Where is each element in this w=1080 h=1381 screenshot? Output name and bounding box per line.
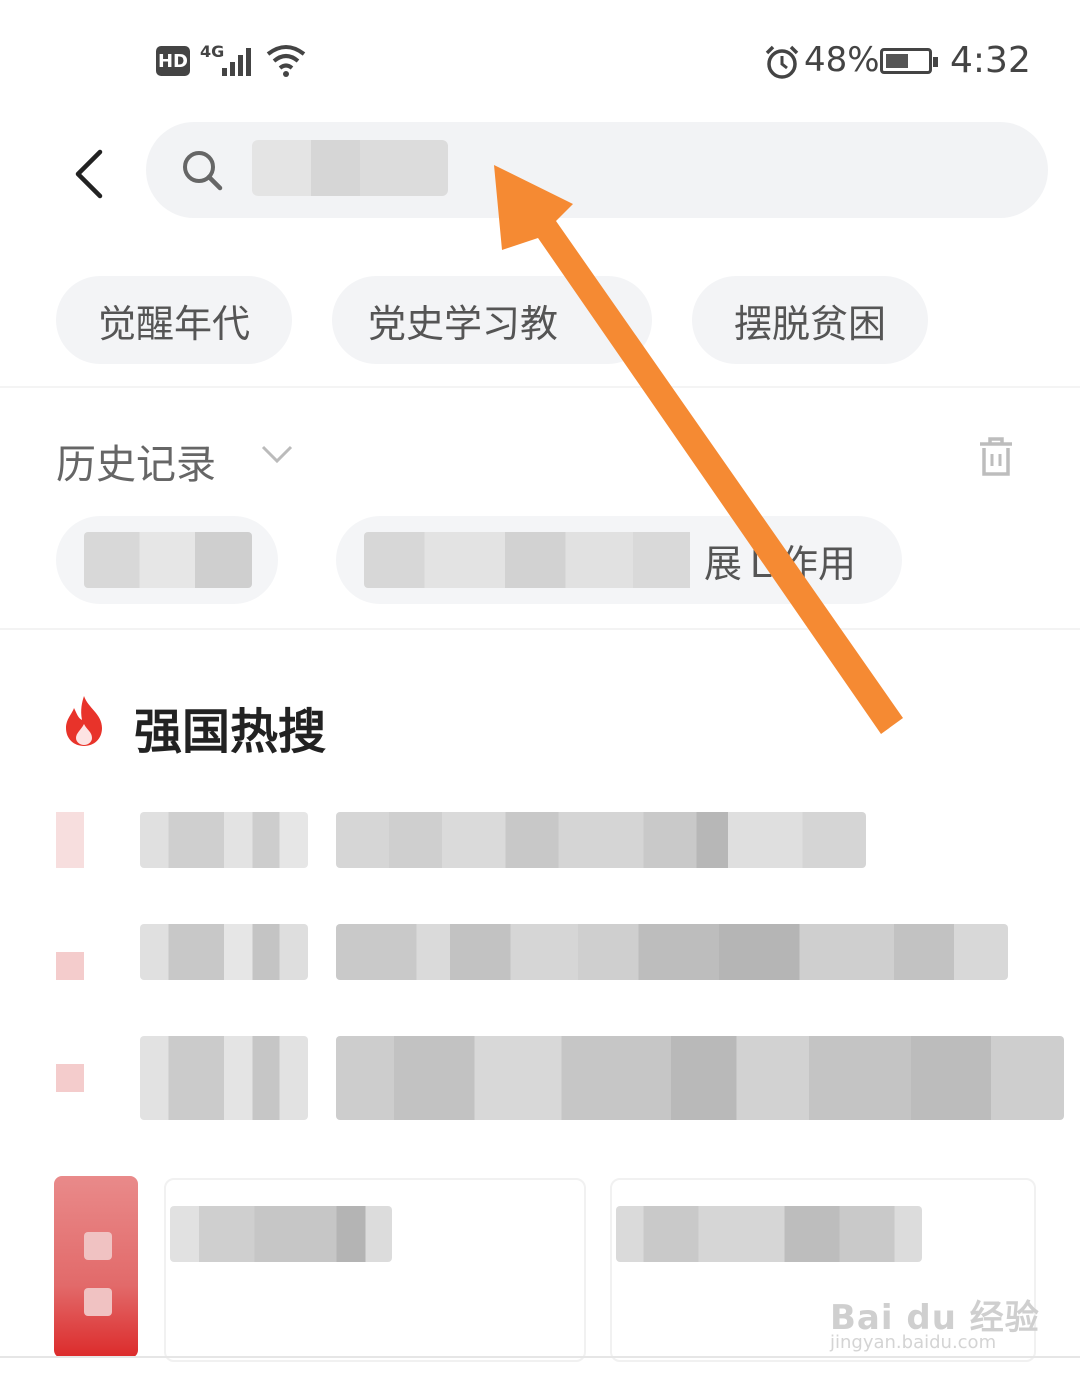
hot-keyword-label: 摆脱贫困 <box>733 301 886 346</box>
news-card[interactable] <box>164 1178 586 1362</box>
list-item[interactable] <box>0 902 1080 1012</box>
hot-item-title <box>140 812 308 868</box>
trash-icon[interactable] <box>978 436 1014 478</box>
search-query-blurred <box>252 140 448 196</box>
wifi-icon <box>266 45 306 77</box>
hot-keyword-chip[interactable]: 觉醒年代 <box>56 276 292 364</box>
hd-icon: HD <box>156 46 190 76</box>
battery-percent: 48% <box>804 40 880 80</box>
red-tag <box>54 1176 138 1358</box>
hot-keyword-label: 党史学习教 <box>368 301 559 346</box>
hot-item-text <box>336 924 1008 980</box>
hot-item-text <box>336 812 866 868</box>
hot-keyword-label: 觉醒年代 <box>97 301 250 346</box>
rank-badge <box>56 952 84 980</box>
divider <box>0 1356 1080 1358</box>
fire-icon <box>66 696 102 746</box>
history-chip[interactable] <box>336 516 702 604</box>
history-chip[interactable] <box>56 516 278 604</box>
list-item[interactable] <box>0 790 1080 900</box>
hot-item-text <box>336 1036 1064 1120</box>
hot-keyword-chip[interactable]: 党史学习教 <box>332 276 652 364</box>
history-title: 历史记录 <box>56 442 216 488</box>
status-bar: HD 4G 48% 4:32 <box>0 0 1080 120</box>
back-arrow-icon[interactable] <box>72 148 108 200</box>
chevron-down-icon[interactable] <box>260 442 294 466</box>
divider <box>0 628 1080 630</box>
hot-item-title <box>140 1036 308 1120</box>
rank-badge <box>56 1064 84 1092</box>
search-icon <box>183 151 223 191</box>
history-chip-label: 展Ｌ作用 <box>690 516 902 604</box>
rank-badge <box>56 812 84 868</box>
alarm-icon <box>765 45 799 79</box>
battery-icon <box>880 48 938 74</box>
watermark-url: jingyan.baidu.com <box>830 1332 997 1353</box>
signal-icon <box>222 48 251 76</box>
hot-search-title: 强国热搜 <box>134 704 327 760</box>
hot-item-title <box>140 924 308 980</box>
list-item[interactable] <box>0 1014 1080 1134</box>
clock: 4:32 <box>950 40 1031 81</box>
hot-keyword-chip[interactable]: 摆脱贫困 <box>692 276 928 364</box>
divider <box>0 386 1080 388</box>
